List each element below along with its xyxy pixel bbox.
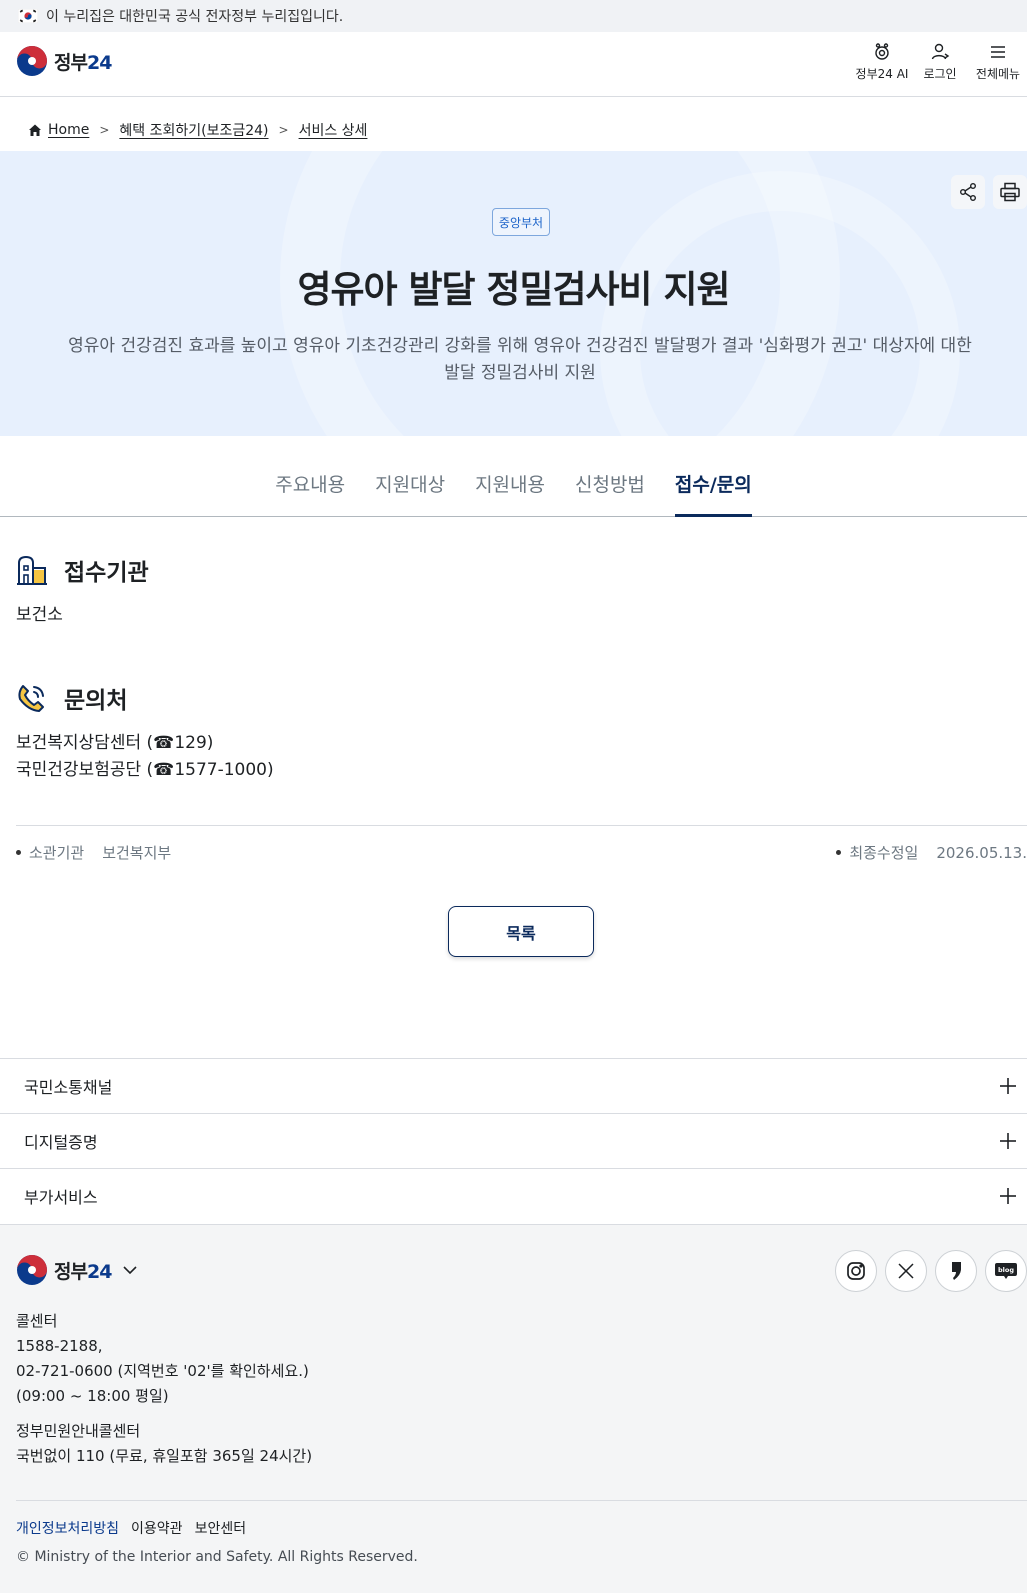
- security-center-link[interactable]: 보안센터: [195, 1518, 247, 1538]
- logo-word: 정부: [54, 51, 88, 74]
- print-button[interactable]: [993, 175, 1027, 209]
- kakao-story-link[interactable]: [935, 1250, 977, 1292]
- gov-notice-text: 이 누리집은 대한민국 공식 전자정부 누리집입니다.: [46, 9, 344, 25]
- tab-application-method[interactable]: 신청방법: [575, 470, 645, 516]
- breadcrumb-service-detail[interactable]: 서비스 상세: [299, 120, 368, 140]
- contact-line: 보건복지상담센터 (☎129): [16, 733, 214, 753]
- accordion-label: 부가서비스: [24, 1188, 98, 1207]
- breadcrumb-benefit-search[interactable]: 혜택 조회하기(보조금24): [119, 120, 268, 140]
- logo-number: 24: [86, 51, 112, 74]
- all-menu-button-label: 전체메뉴: [975, 67, 1021, 81]
- chevron-right-icon: >: [278, 123, 289, 137]
- share-button[interactable]: [951, 175, 985, 209]
- site-header: 정부24 정부24 AI 로그인 전체메뉴: [0, 32, 1027, 97]
- accordion-label: 디지털증명: [24, 1133, 98, 1152]
- civil-center-line: 국번없이 110 (무료, 휴일포함 365일 24시간): [16, 1447, 313, 1465]
- site-footer: 정부24 blog 콜센터 1588-2188, 02-721-0600 (지역…: [0, 1224, 1027, 1593]
- printer-icon: [1000, 182, 1020, 202]
- ministry-badge: 중앙부처: [492, 208, 550, 236]
- last-updated-label: 최종수정일: [849, 844, 919, 862]
- civil-center-title: 정부민원안내콜센터: [16, 1422, 141, 1440]
- accordion-extra-services[interactable]: 부가서비스: [0, 1168, 1027, 1223]
- all-menu-button[interactable]: 전체메뉴: [969, 42, 1027, 86]
- civil-center-info: 정부민원안내콜센터 국번없이 110 (무료, 휴일포함 365일 24시간): [16, 1419, 312, 1469]
- call-center-info: 콜센터 1588-2188, 02-721-0600 (지역번호 '02'를 확…: [16, 1309, 309, 1409]
- plus-icon: [1000, 1078, 1016, 1094]
- contact-line: 국민건강보험공단 (☎1577-1000): [16, 760, 274, 780]
- breadcrumb-home[interactable]: Home: [48, 122, 89, 138]
- last-updated-info: 최종수정일 2026.05.13.: [836, 842, 1027, 863]
- call-center-title: 콜센터: [16, 1312, 58, 1330]
- terms-link[interactable]: 이용약관: [131, 1518, 183, 1538]
- instagram-link[interactable]: [835, 1250, 877, 1292]
- last-updated-value: 2026.05.13.: [936, 843, 1027, 862]
- service-description: 영유아 건강검진 효과를 높이고 영유아 기초건강관리 강화를 위해 영유아 건…: [68, 336, 972, 383]
- bullet-icon: [16, 850, 21, 855]
- user-icon: [931, 43, 950, 60]
- blog-link[interactable]: blog: [985, 1250, 1027, 1292]
- instagram-icon: [847, 1262, 865, 1280]
- ai-button-label: 정부24 AI: [855, 67, 909, 81]
- call-center-line: 1588-2188,: [16, 1337, 103, 1355]
- korea-flag-icon: [17, 8, 39, 24]
- plus-icon: [1000, 1133, 1016, 1149]
- contact-body: 보건복지상담센터 (☎129) 국민건강보험공단 (☎1577-1000): [16, 730, 274, 784]
- login-button-label: 로그인: [923, 67, 957, 81]
- ai-robot-icon: [875, 43, 889, 60]
- footer-links: 개인정보처리방침 이용약관 보안센터: [16, 1518, 258, 1538]
- department-value: 보건복지부: [102, 844, 172, 862]
- copyright: © Ministry of the Interior and Safety. A…: [16, 1549, 418, 1565]
- reception-body: 보건소: [16, 605, 63, 625]
- reception-heading: 접수기관: [16, 553, 149, 587]
- hamburger-menu-icon: [991, 46, 1005, 58]
- page-title: 영유아 발달 정밀검사비 지원: [297, 268, 730, 311]
- department-label: 소관기관: [29, 844, 85, 862]
- tab-main-content[interactable]: 주요내용: [275, 470, 345, 516]
- taegeuk-logo-icon: [17, 46, 47, 76]
- contact-heading: 문의처: [16, 681, 127, 715]
- accordion-label: 국민소통채널: [24, 1078, 113, 1097]
- tab-eligibility[interactable]: 지원대상: [375, 470, 445, 516]
- taegeuk-logo-icon: [17, 1255, 47, 1285]
- section-divider: [16, 825, 1027, 826]
- detail-tabs: 주요내용 지원대상 지원내용 신청방법 접수/문의: [0, 436, 1027, 517]
- reception-title: 접수기관: [64, 560, 149, 586]
- x-twitter-icon: [898, 1263, 914, 1279]
- bullet-icon: [836, 850, 842, 855]
- site-logo[interactable]: 정부24: [16, 45, 112, 77]
- tab-support-content[interactable]: 지원내용: [475, 470, 545, 516]
- blog-icon: blog: [995, 1263, 1017, 1279]
- department-info: 소관기관 보건복지부: [16, 842, 171, 863]
- accordion-digital-certificate[interactable]: 디지털증명: [0, 1113, 1027, 1168]
- contact-title: 문의처: [64, 688, 128, 714]
- call-center-line: 02-721-0600 (지역번호 '02'를 확인하세요.): [16, 1362, 309, 1380]
- logo-word: 정부: [54, 1260, 88, 1283]
- footer-logo-toggle[interactable]: 정부24: [16, 1254, 139, 1286]
- tab-reception-inquiry[interactable]: 접수/문의: [674, 470, 752, 517]
- share-icon: [960, 183, 976, 201]
- call-center-line: (09:00 ~ 18:00 평일): [16, 1387, 169, 1405]
- building-icon: [17, 555, 47, 585]
- chevron-down-icon: [123, 1266, 137, 1275]
- privacy-policy-link[interactable]: 개인정보처리방침: [16, 1518, 119, 1538]
- footer-divider: [16, 1500, 1027, 1501]
- breadcrumb: Home > 혜택 조회하기(보조금24) > 서비스 상세: [28, 120, 367, 140]
- blog-icon-label: blog: [998, 1266, 1014, 1274]
- service-hero: 중앙부처 영유아 발달 정밀검사비 지원 영유아 건강검진 효과를 높이고 영유…: [0, 151, 1027, 436]
- accordion-public-channels[interactable]: 국민소통채널: [0, 1058, 1027, 1113]
- kakao-story-icon: [952, 1262, 961, 1280]
- header-actions: 정부24 AI 로그인 전체메뉴: [853, 42, 1027, 86]
- x-twitter-link[interactable]: [885, 1250, 927, 1292]
- ai-button[interactable]: 정부24 AI: [853, 42, 911, 86]
- chevron-right-icon: >: [99, 123, 110, 137]
- phone-call-icon: [18, 685, 44, 712]
- hero-tools: [943, 175, 1027, 209]
- gov-notice-bar: 이 누리집은 대한민국 공식 전자정부 누리집입니다.: [0, 0, 1027, 32]
- list-button[interactable]: 목록: [448, 906, 594, 957]
- logo-number: 24: [86, 1260, 112, 1283]
- home-icon: [29, 124, 41, 136]
- login-button[interactable]: 로그인: [911, 42, 969, 86]
- plus-icon: [1000, 1188, 1016, 1204]
- social-links: blog: [827, 1250, 1027, 1292]
